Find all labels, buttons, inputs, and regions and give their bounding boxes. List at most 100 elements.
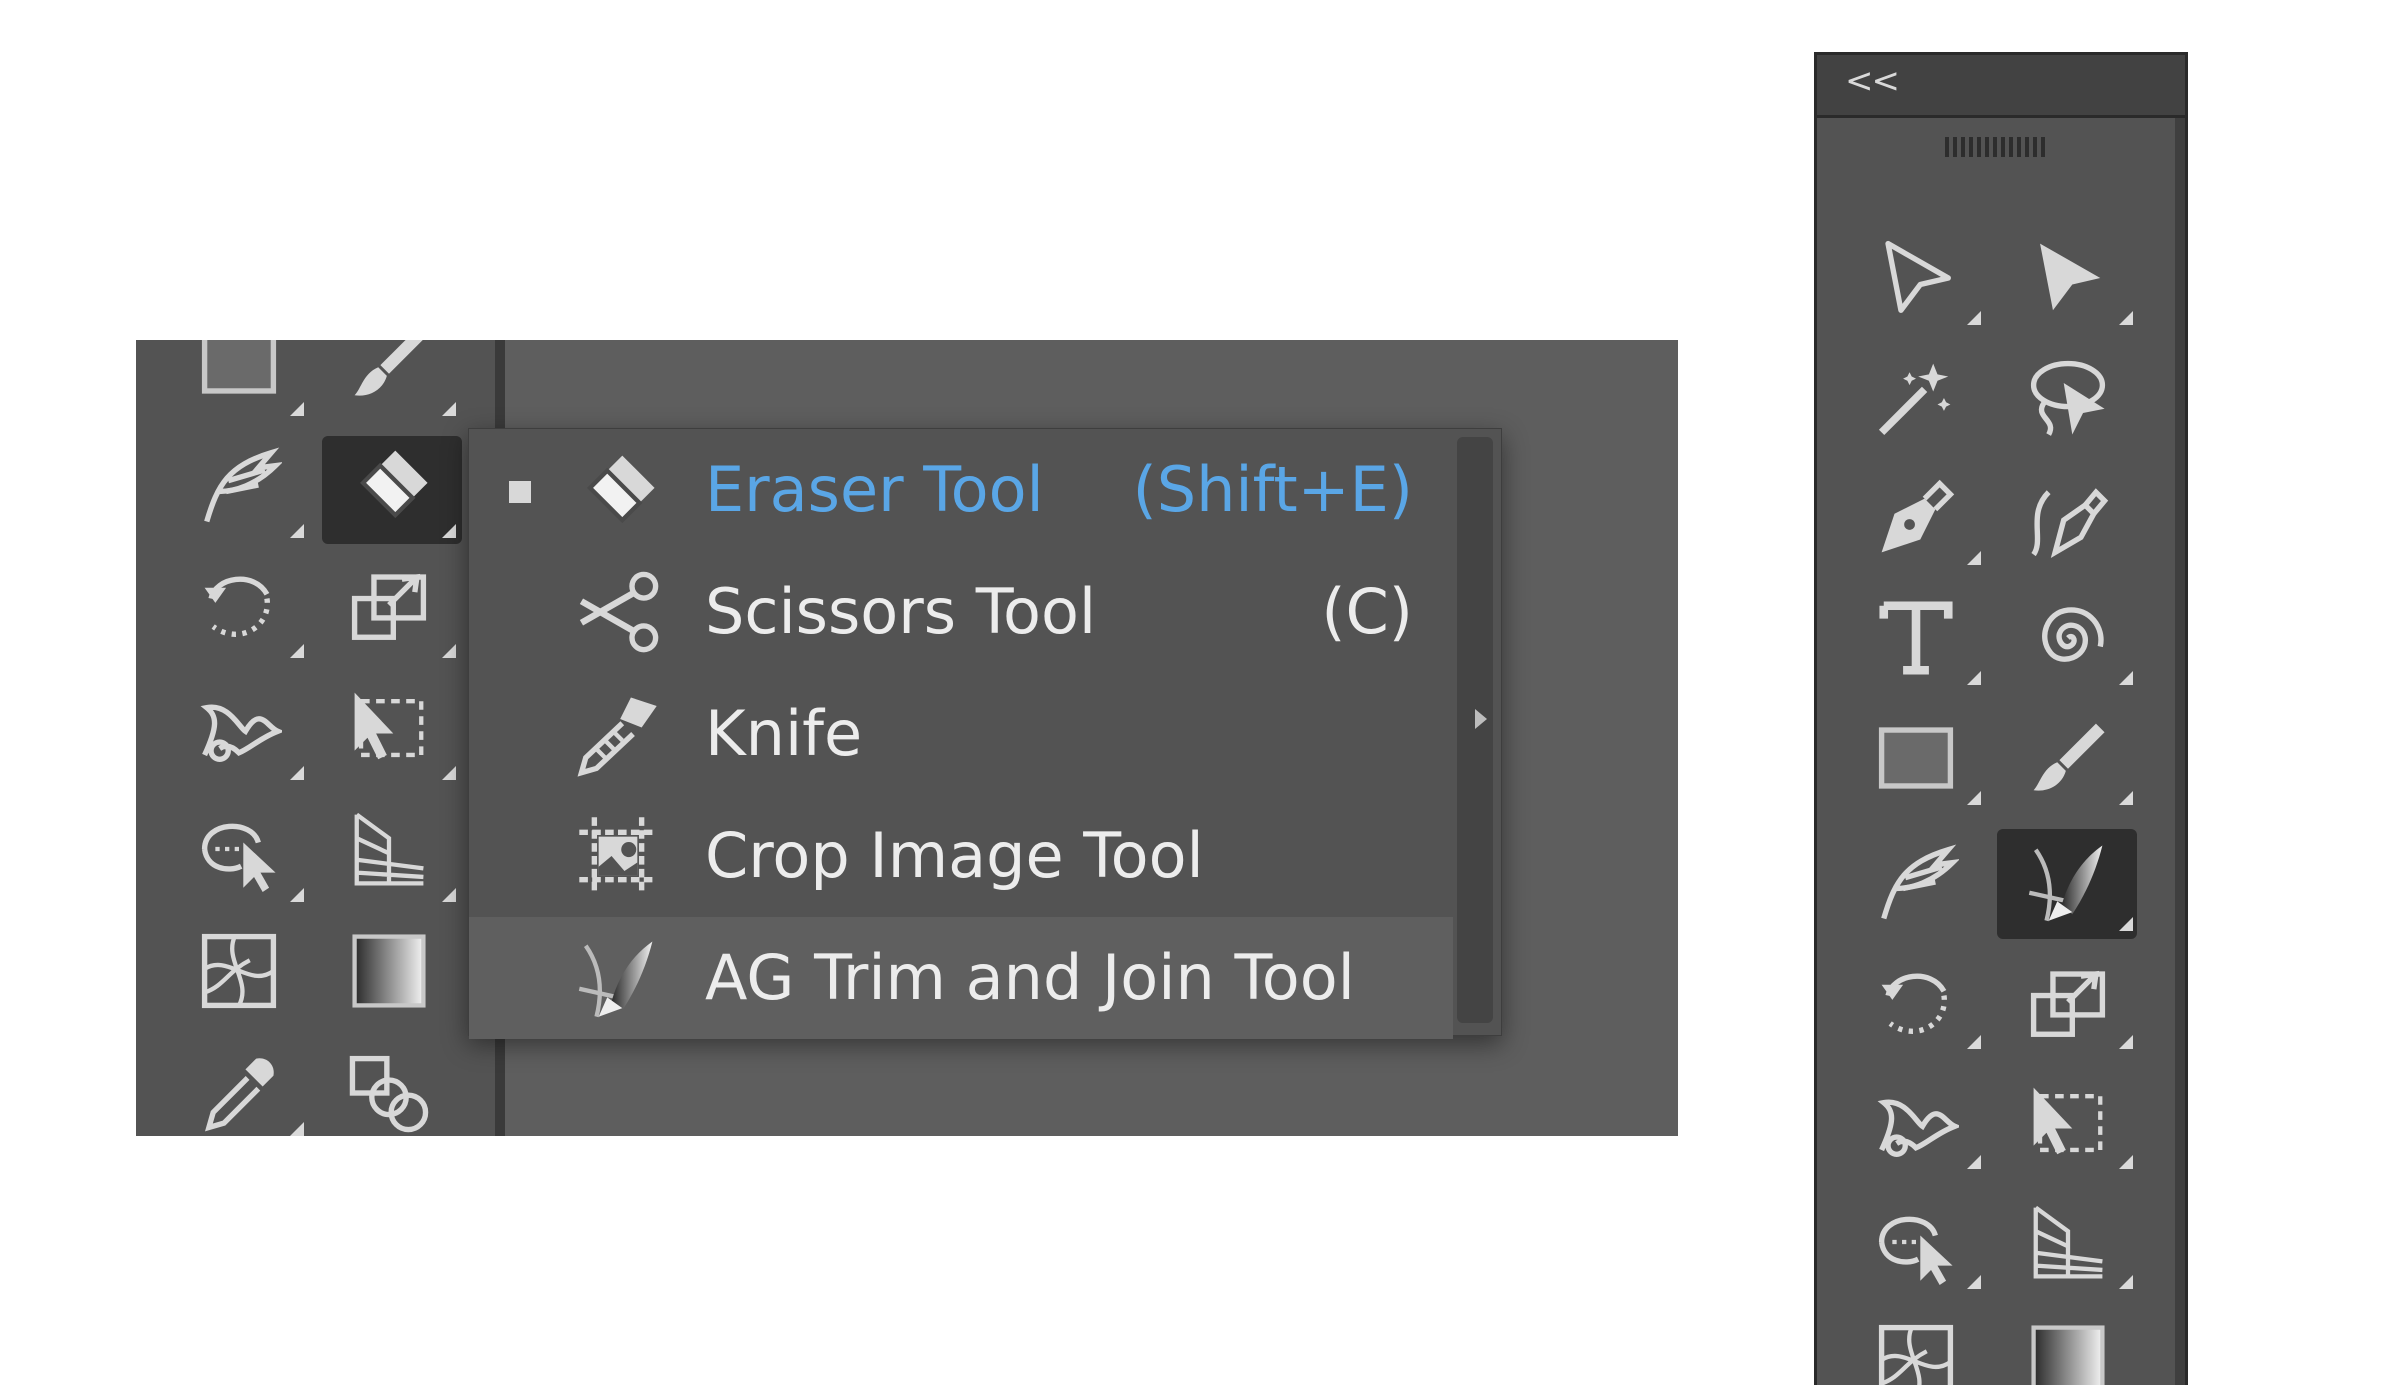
paintbrush-icon (2025, 715, 2111, 801)
rectangle-tool[interactable] (1873, 715, 1959, 801)
paintbrush-icon (346, 340, 432, 406)
eyedropper-tool[interactable] (196, 1050, 282, 1136)
selection-arrow-icon (1873, 235, 1959, 321)
spiral-icon (2025, 595, 2111, 681)
curvature-tool[interactable] (2025, 475, 2111, 561)
scissors-icon (575, 569, 661, 655)
scale-tool[interactable] (346, 562, 432, 648)
spiral-tool[interactable] (2025, 595, 2111, 681)
scale-icon (2025, 959, 2111, 1045)
selected-bullet (509, 481, 531, 503)
corner-triangle (290, 766, 304, 780)
lasso-tool[interactable] (2025, 355, 2111, 441)
warp-icon (1873, 1079, 1959, 1165)
flyout-item-scissors-tool[interactable]: Scissors Tool (C) (469, 551, 1453, 673)
corner-triangle (1967, 311, 1981, 325)
shape-builder-tool[interactable] (196, 806, 282, 892)
corner-triangle (442, 644, 456, 658)
rotate-icon (1873, 959, 1959, 1045)
free-transform-tool[interactable] (2025, 1079, 2111, 1165)
free-transform-icon (346, 684, 432, 770)
flyout-item-crop-image-tool[interactable]: Crop Image Tool (469, 795, 1453, 917)
shape-builder-icon (1873, 1199, 1959, 1285)
blend-icon (346, 1050, 432, 1136)
warp-tool[interactable] (196, 684, 282, 770)
rotate-icon (196, 562, 282, 648)
pen-tool[interactable] (1873, 475, 1959, 561)
lasso-icon (2025, 355, 2111, 441)
corner-triangle (1967, 1275, 1981, 1289)
shape-builder-icon (196, 806, 282, 892)
flyout-item-shortcut: (C) (1321, 575, 1413, 648)
tearoff-arrow-icon[interactable] (1475, 709, 1487, 729)
shaper-tool[interactable] (1873, 839, 1959, 925)
mesh-tool[interactable] (1873, 1319, 1959, 1385)
shaper-tool[interactable] (196, 442, 282, 528)
scale-icon (346, 562, 432, 648)
corner-triangle (290, 888, 304, 902)
direct-selection-arrow-icon (2025, 235, 2111, 321)
flyout-item-label: Eraser Tool (705, 453, 1044, 526)
magic-wand-tool[interactable] (1873, 355, 1959, 441)
corner-triangle (2119, 791, 2133, 805)
rotate-tool[interactable] (196, 562, 282, 648)
panel-scrollbar[interactable] (2175, 118, 2185, 1385)
eraser-icon (348, 442, 434, 528)
rectangle-tool[interactable] (196, 340, 282, 406)
perspective-grid-tool[interactable] (346, 806, 432, 892)
direct-selection-tool[interactable] (2025, 235, 2111, 321)
mesh-icon (196, 928, 282, 1014)
selection-tool[interactable] (1873, 235, 1959, 321)
mesh-icon (1873, 1319, 1959, 1385)
rectangle-icon (1873, 715, 1959, 801)
shape-builder-tool[interactable] (1873, 1199, 1959, 1285)
corner-triangle (290, 1122, 304, 1136)
gradient-tool[interactable] (2025, 1319, 2111, 1385)
corner-triangle (2119, 1155, 2133, 1169)
gradient-tool[interactable] (346, 928, 432, 1014)
paintbrush-tool[interactable] (2025, 715, 2111, 801)
type-tool[interactable] (1873, 595, 1959, 681)
shaper-icon (1873, 839, 1959, 925)
shaper-icon (196, 442, 282, 528)
corner-triangle (1967, 1035, 1981, 1049)
perspective-grid-icon (2025, 1199, 2111, 1285)
flyout-item-knife[interactable]: Knife (469, 673, 1453, 795)
paintbrush-tool[interactable] (346, 340, 432, 406)
collapse-panel-button[interactable]: << (1845, 61, 1900, 101)
scale-tool[interactable] (2025, 959, 2111, 1045)
warp-tool[interactable] (1873, 1079, 1959, 1165)
flyout-item-ag-trim-and-join-tool[interactable]: AG Trim and Join Tool (469, 917, 1453, 1039)
eraser-tool[interactable] (348, 442, 434, 528)
flyout-item-label: Knife (705, 697, 863, 770)
corner-triangle (2119, 311, 2133, 325)
free-transform-icon (2025, 1079, 2111, 1165)
flyout-item-label: Crop Image Tool (705, 819, 1204, 892)
left-toolbar (136, 340, 495, 1136)
flyout-item-label: AG Trim and Join Tool (705, 941, 1355, 1014)
corner-triangle (2119, 1275, 2133, 1289)
blend-tool[interactable] (346, 1050, 432, 1136)
rotate-tool[interactable] (1873, 959, 1959, 1045)
corner-triangle (442, 402, 456, 416)
corner-triangle (1967, 671, 1981, 685)
warp-icon (196, 684, 282, 770)
free-transform-tool[interactable] (346, 684, 432, 770)
flyout-item-eraser-tool[interactable]: Eraser Tool (Shift+E) (469, 429, 1453, 551)
eyedropper-icon (196, 1050, 282, 1136)
flyout-tearoff-strip[interactable] (1457, 437, 1493, 1023)
crop-image-icon (575, 813, 661, 899)
trim-join-icon (2025, 839, 2111, 925)
corner-triangle (1967, 551, 1981, 565)
pen-icon (1873, 475, 1959, 561)
mesh-tool[interactable] (196, 928, 282, 1014)
corner-triangle (290, 524, 304, 538)
gradient-icon (346, 928, 432, 1014)
perspective-grid-tool[interactable] (2025, 1199, 2111, 1285)
corner-triangle (442, 524, 456, 538)
corner-triangle (2119, 917, 2133, 931)
ag-trim-join-tool[interactable] (2025, 839, 2111, 925)
drag-grip-handle[interactable] (1945, 137, 2045, 157)
right-toolbox-panel: << (1814, 52, 2188, 1385)
perspective-grid-icon (346, 806, 432, 892)
